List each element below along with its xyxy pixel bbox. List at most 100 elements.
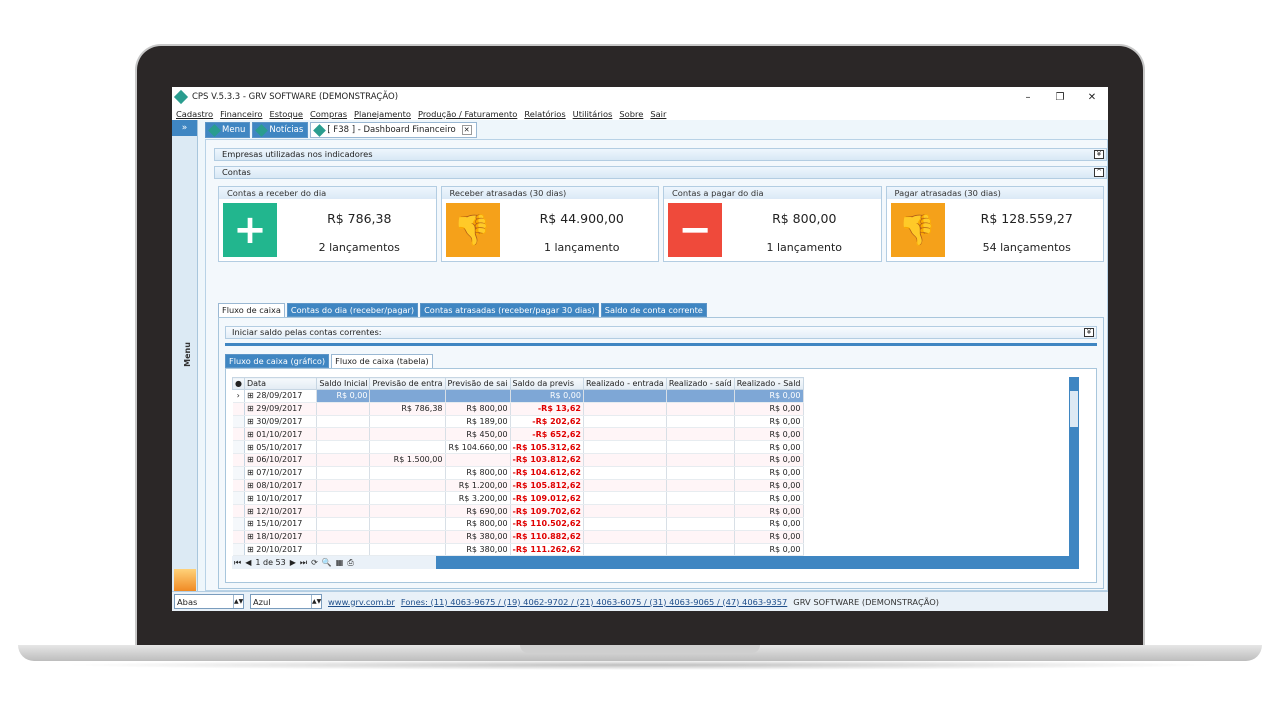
menu-sobre[interactable]: Sobre	[619, 109, 643, 119]
menu-relatorios[interactable]: Relatórios	[524, 109, 565, 119]
splitter-handle[interactable]	[225, 343, 1097, 346]
table-row[interactable]: ⊞ 10/10/2017 R$ 3.200,00 -R$ 109.012,62 R$ …	[232, 491, 1075, 506]
column-header[interactable]: Previsão de sai	[444, 377, 511, 390]
table-row[interactable]: ⊞ 08/10/2017 R$ 1.200,00 -R$ 105.812,62 R$ …	[232, 479, 1075, 493]
card-title: Contas a pagar do dia	[664, 187, 881, 199]
diamond-icon	[208, 123, 221, 137]
column-header[interactable]: Data	[243, 377, 318, 390]
export-icon[interactable]: ▦	[336, 558, 344, 567]
table-cell: -R$ 109.012,62	[510, 491, 584, 506]
column-header[interactable]: Realizado - entrada	[582, 377, 667, 390]
current-row-indicator: ›	[232, 389, 245, 403]
table-row[interactable]: ⊞ 20/10/2017 R$ 380,00 -R$ 111.262,62 R$ 0,…	[232, 543, 1075, 557]
table-row[interactable]: ⊞ 06/10/2017 R$ 1.500,00 -R$ 103.812,62 R$ …	[232, 453, 1075, 467]
table-row[interactable]: › ⊞ 28/09/2017 R$ 0,00 R$ 0,00 R$ 0,00	[232, 389, 1075, 403]
table-cell: R$ 450,00	[445, 427, 511, 442]
column-header[interactable]: Realizado - saíd	[665, 377, 735, 390]
table-cell	[583, 491, 667, 506]
indicator-cards: Contas a receber do dia + R$ 786,38 2 la…	[218, 186, 1104, 262]
table-cell: ⊞ 06/10/2017	[244, 453, 318, 467]
tab-menu[interactable]: Menu	[205, 122, 251, 138]
table-cell: R$ 0,00	[734, 453, 804, 467]
tab-contas-atrasadas[interactable]: Contas atrasadas (receber/pagar 30 dias)	[420, 303, 599, 317]
filler-cell	[803, 402, 1075, 416]
contas-group-header[interactable]: Contas ^	[214, 166, 1107, 179]
fluxo-view-tabs: Fluxo de caixa (gráfico) Fluxo de caixa …	[225, 354, 433, 368]
scroll-thumb[interactable]	[1070, 391, 1078, 427]
table-cell	[369, 543, 446, 557]
tab-fluxo-caixa[interactable]: Fluxo de caixa	[218, 303, 285, 317]
cash-flow-grid[interactable]: ● Data Saldo Inicial Previsão de entra Previ…	[232, 377, 1075, 557]
table-cell	[369, 479, 446, 493]
table-row[interactable]: ⊞ 01/10/2017 R$ 450,00 -R$ 652,62 R$ 0,00	[232, 427, 1075, 442]
menu-cadastro[interactable]: Cadastro	[176, 109, 213, 119]
prev-page-icon[interactable]: ◀	[245, 558, 251, 567]
row-indicator	[232, 479, 245, 493]
table-cell: -R$ 202,62	[510, 415, 584, 429]
last-page-icon[interactable]: ⏭	[300, 558, 307, 568]
saldo-contas-header[interactable]: Iniciar saldo pelas contas correntes: ¥	[225, 326, 1097, 339]
expand-menu-button[interactable]: »	[172, 120, 197, 136]
expand-chevron-icon[interactable]: ¥	[1084, 328, 1094, 337]
table-row[interactable]: ⊞ 18/10/2017 R$ 380,00 -R$ 110.882,62 R$ 0,…	[232, 530, 1075, 544]
tab-contas-dia[interactable]: Contas do dia (receber/pagar)	[286, 303, 419, 317]
collapse-chevron-icon[interactable]: ^	[1094, 168, 1104, 177]
row-indicator-header: ●	[232, 377, 245, 390]
expand-chevron-icon[interactable]: ¥	[1094, 150, 1104, 159]
table-row[interactable]: ⊞ 12/10/2017 R$ 690,00 -R$ 109.702,62 R$ 0,…	[232, 504, 1075, 518]
restore-button[interactable]: ❐	[1044, 92, 1076, 103]
tab-grafico[interactable]: Fluxo de caixa (gráfico)	[225, 354, 330, 368]
title-bar: CPS V.5.3.3 - GRV SOFTWARE (DEMONSTRAÇÃO…	[172, 87, 1108, 107]
minimize-button[interactable]: –	[1012, 92, 1044, 103]
print-icon[interactable]: ⎙	[347, 558, 353, 568]
phones-link[interactable]: Fones: (11) 4063-9675 / (19) 4062-9702 /…	[401, 597, 787, 607]
first-page-icon[interactable]: ⏮	[234, 558, 241, 568]
tab-menu-label: Menu	[222, 125, 246, 135]
table-row[interactable]: ⊞ 07/10/2017 R$ 800,00 -R$ 104.612,62 R$ 0,…	[232, 466, 1075, 480]
tab-saldo-conta-corrente[interactable]: Saldo de conta corrente	[600, 303, 707, 317]
table-row[interactable]: ⊞ 30/09/2017 R$ 189,00 -R$ 202,62 R$ 0,00	[232, 415, 1075, 429]
table-cell	[583, 479, 667, 493]
diamond-icon	[255, 123, 269, 137]
menu-utilitarios[interactable]: Utilitários	[573, 109, 613, 119]
website-link[interactable]: www.grv.com.br	[328, 597, 395, 607]
column-header[interactable]: Previsão de entra	[369, 377, 446, 390]
menu-sair[interactable]: Sair	[650, 109, 666, 119]
menu-rail-label[interactable]: Menu	[183, 342, 192, 367]
abas-select[interactable]: Abas ▲▼	[174, 594, 244, 609]
menu-compras[interactable]: Compras	[310, 109, 347, 119]
tab-noticias[interactable]: Notícias	[252, 122, 309, 138]
table-row[interactable]: ⊞ 15/10/2017 R$ 800,00 -R$ 110.502,62 R$ 0,…	[232, 517, 1075, 531]
table-cell: R$ 0,00	[734, 402, 804, 416]
table-row[interactable]: ⊞ 05/10/2017 R$ 104.660,00 -R$ 105.312,62 R…	[232, 440, 1075, 454]
tab-noticias-label: Notícias	[269, 125, 304, 135]
column-header[interactable]: Saldo da previs	[509, 377, 584, 390]
search-icon[interactable]: 🔍	[322, 558, 332, 567]
tab-dashboard[interactable]: [ F38 ] - Dashboard Financeiro ✕	[310, 122, 477, 138]
window-title: CPS V.5.3.3 - GRV SOFTWARE (DEMONSTRAÇÃO…	[192, 92, 399, 102]
refresh-icon[interactable]: ⟳	[311, 558, 318, 567]
table-cell	[316, 517, 371, 531]
close-button[interactable]: ✕	[1076, 92, 1108, 103]
page-indicator: 1 de 53	[255, 558, 286, 567]
vertical-scrollbar[interactable]	[1069, 377, 1079, 562]
column-header[interactable]: Realizado - Sald	[733, 377, 804, 390]
next-page-icon[interactable]: ▶	[290, 558, 296, 567]
row-indicator	[232, 427, 245, 442]
table-cell	[666, 402, 735, 416]
empresas-group-header[interactable]: Empresas utilizadas nos indicadores ¥	[214, 148, 1107, 161]
menu-producao[interactable]: Produção / Faturamento	[418, 109, 517, 119]
theme-select[interactable]: Azul ▲▼	[250, 594, 322, 609]
menu-estoque[interactable]: Estoque	[269, 109, 303, 119]
card-pagar-dia: Contas a pagar do dia − R$ 800,00 1 lanç…	[663, 186, 882, 262]
close-tab-icon[interactable]: ✕	[461, 125, 472, 135]
table-cell	[666, 453, 735, 467]
card-title: Receber atrasadas (30 dias)	[441, 187, 658, 199]
table-row[interactable]: ⊞ 29/09/2017 R$ 786,38 R$ 800,00 -R$ 13,62 R…	[232, 402, 1075, 416]
menu-planejamento[interactable]: Planejamento	[354, 109, 411, 119]
tab-tabela[interactable]: Fluxo de caixa (tabela)	[331, 354, 433, 368]
menu-financeiro[interactable]: Financeiro	[220, 109, 262, 119]
column-header[interactable]: Saldo Inicial	[316, 377, 371, 390]
filler-cell	[803, 415, 1075, 428]
horizontal-scrollbar[interactable]	[436, 556, 1079, 569]
